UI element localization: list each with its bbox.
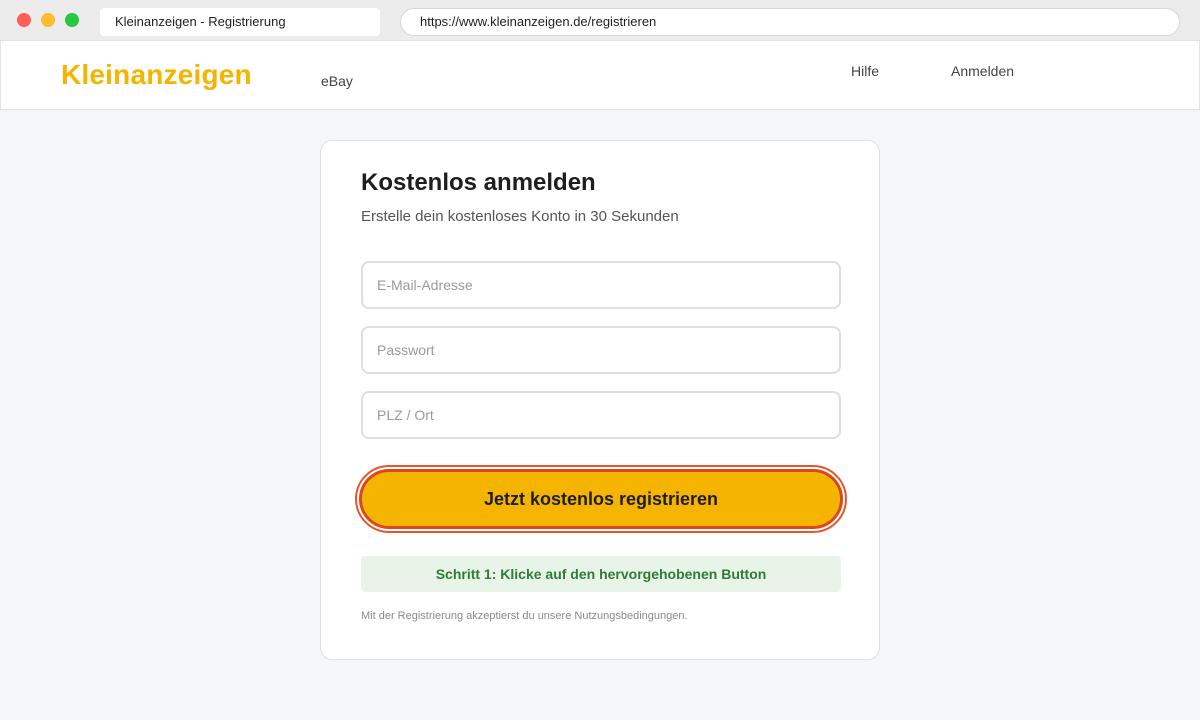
nav-link-anmelden[interactable]: Anmelden <box>951 63 1014 79</box>
browser-tab[interactable]: Kleinanzeigen - Registrierung <box>100 8 380 36</box>
location-field[interactable] <box>361 391 841 439</box>
nav-link-hilfe[interactable]: Hilfe <box>851 63 879 79</box>
page-subtitle: Erstelle dein kostenloses Konto in 30 Se… <box>361 208 679 225</box>
register-button[interactable]: Jetzt kostenlos registrieren <box>359 469 843 529</box>
nav-link-ebay[interactable]: eBay <box>321 73 353 89</box>
terms-notice: Mit der Registrierung akzeptierst du uns… <box>361 610 688 622</box>
page-title: Kostenlos anmelden <box>361 169 596 196</box>
site-logo[interactable]: Kleinanzeigen <box>61 59 252 91</box>
close-window-icon[interactable] <box>17 13 31 27</box>
maximize-window-icon[interactable] <box>65 13 79 27</box>
step-hint: Schritt 1: Klicke auf den hervorgehobene… <box>361 556 841 592</box>
password-field[interactable] <box>361 326 841 374</box>
minimize-window-icon[interactable] <box>41 13 55 27</box>
browser-chrome: Kleinanzeigen - Registrierung https://ww… <box>0 0 1200 40</box>
site-header: Kleinanzeigen eBay Hilfe Anmelden <box>0 40 1200 110</box>
registration-card: Kostenlos anmelden Erstelle dein kostenl… <box>320 140 880 660</box>
email-field[interactable] <box>361 261 841 309</box>
address-bar[interactable]: https://www.kleinanzeigen.de/registriere… <box>400 8 1180 36</box>
